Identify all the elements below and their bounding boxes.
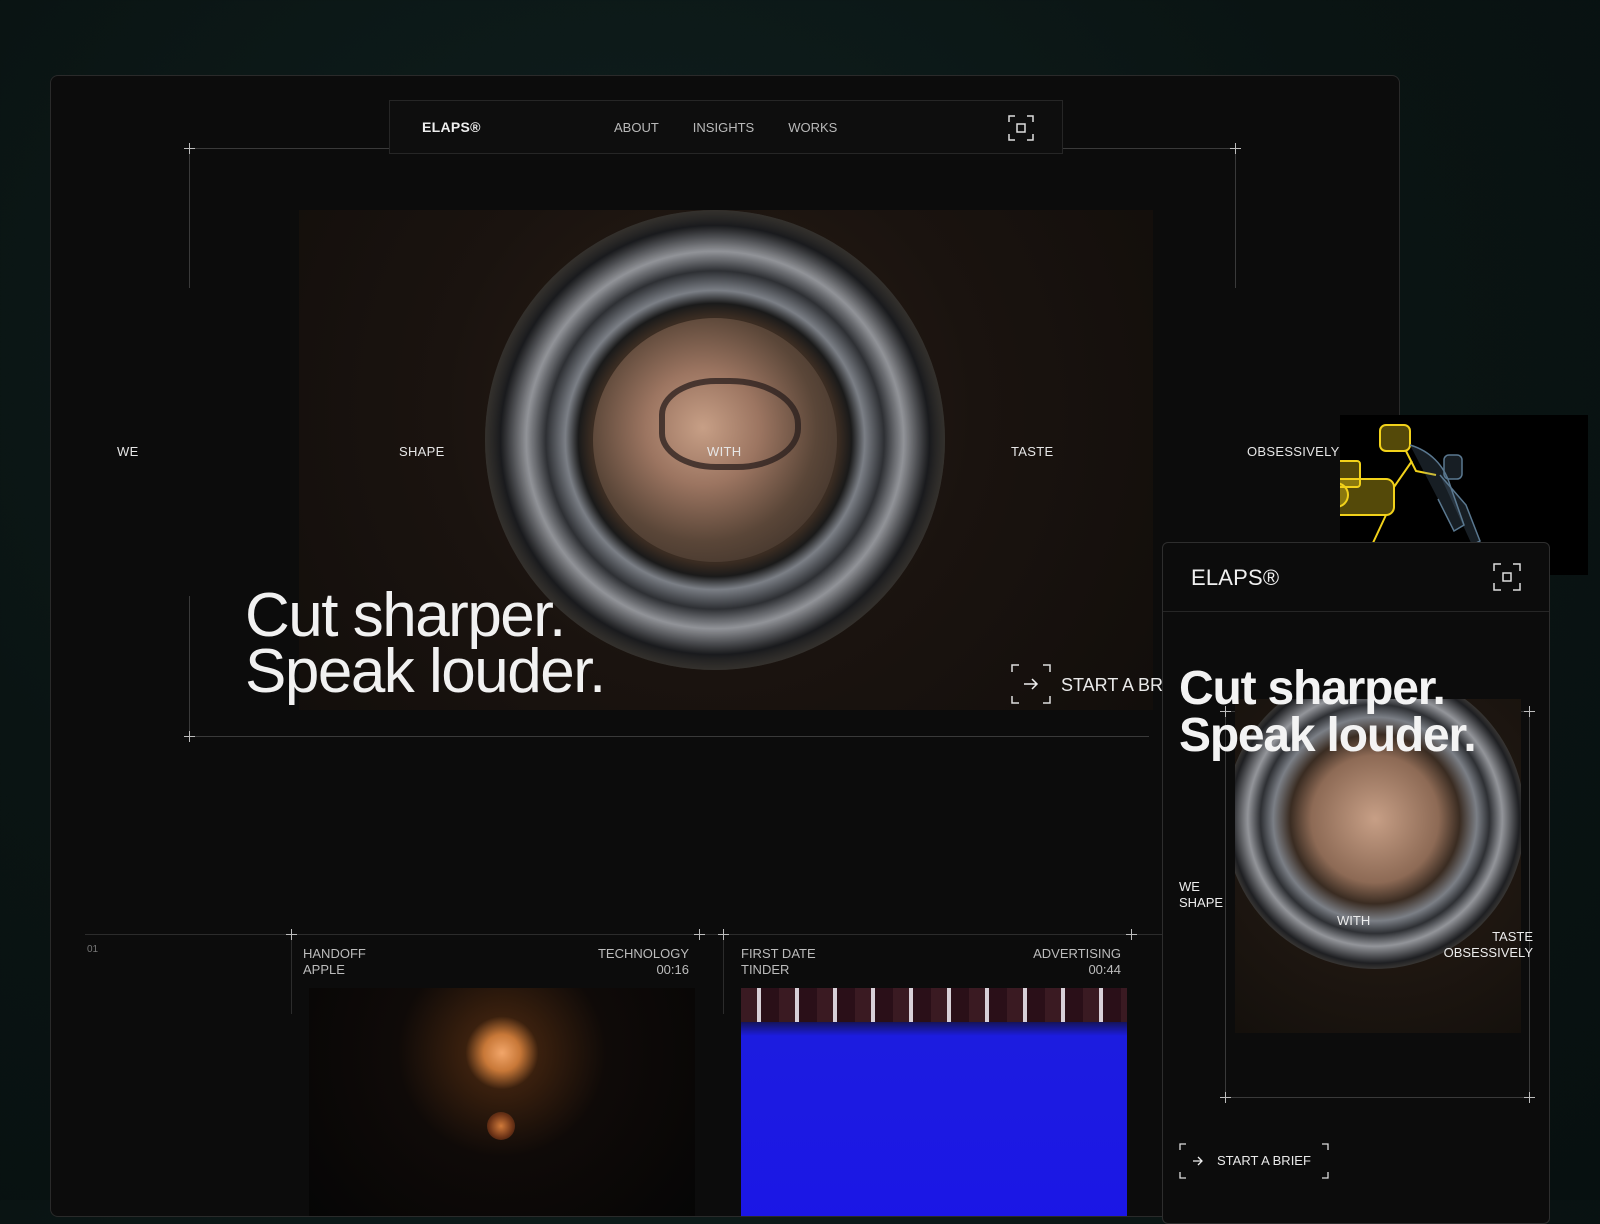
start-brief-button[interactable]: START A BRIEF bbox=[1011, 664, 1171, 704]
mobile-title-line1: Cut sharper. bbox=[1179, 662, 1446, 715]
work-category: TECHNOLOGY bbox=[597, 946, 689, 961]
top-nav: ELAPS® ABOUT INSIGHTS WORKS bbox=[389, 100, 1063, 154]
hero-title-line1: Cut sharper. bbox=[245, 581, 566, 650]
work-title: HANDOFF bbox=[303, 946, 366, 961]
work-title: FIRST DATE bbox=[741, 946, 816, 961]
crosshair-mark bbox=[1220, 1092, 1231, 1103]
work-client: TINDER bbox=[741, 962, 790, 977]
mobile-word-obsessively: OBSESSIVELY bbox=[1443, 945, 1533, 960]
crosshair-mark bbox=[184, 731, 195, 742]
frame-line bbox=[1235, 148, 1236, 288]
work-item-1-meta[interactable]: HANDOFF APPLE bbox=[303, 946, 366, 978]
frame-line bbox=[1225, 711, 1226, 1097]
focus-frame-icon[interactable] bbox=[1493, 563, 1521, 591]
hero-word-obsessively: OBSESSIVELY bbox=[1247, 444, 1340, 459]
work-client: APPLE bbox=[303, 962, 345, 977]
crosshair-mark bbox=[184, 143, 195, 154]
crosshair-mark bbox=[694, 929, 705, 940]
mobile-hero-title: Cut sharper. Speak louder. bbox=[1179, 662, 1477, 762]
work-duration: 00:44 bbox=[1088, 962, 1121, 977]
section-divider bbox=[85, 934, 1185, 935]
crosshair-mark bbox=[1524, 1092, 1535, 1103]
mobile-logo[interactable]: ELAPS® bbox=[1191, 565, 1279, 591]
works-index: 01 bbox=[87, 944, 99, 955]
mobile-word-shape: SHAPE bbox=[1179, 895, 1224, 910]
start-brief-label: START A BRIEF bbox=[1061, 675, 1171, 695]
nav-link-about[interactable]: ABOUT bbox=[614, 120, 659, 135]
logo[interactable]: ELAPS® bbox=[422, 119, 481, 135]
work-item-2-meta[interactable]: FIRST DATE TINDER bbox=[741, 946, 816, 978]
hero-title: Cut sharper. Speak louder. bbox=[245, 581, 606, 706]
work-duration: 00:16 bbox=[656, 962, 689, 977]
hero-title-line2: Speak louder. bbox=[245, 637, 606, 706]
mobile-start-brief-button[interactable]: START A BRIEF bbox=[1179, 1143, 1329, 1179]
crosshair-mark bbox=[1126, 929, 1137, 940]
frame-line bbox=[1225, 1097, 1529, 1098]
frame-line bbox=[1529, 711, 1530, 1097]
mobile-title-line2: Speak louder. bbox=[1179, 709, 1477, 762]
mobile-word-with: WITH bbox=[1337, 913, 1371, 928]
column-divider bbox=[291, 934, 292, 1014]
nav-links: ABOUT INSIGHTS WORKS bbox=[614, 120, 837, 135]
column-divider bbox=[723, 934, 724, 1014]
frame-line bbox=[189, 148, 190, 288]
crosshair-mark bbox=[1230, 143, 1241, 154]
work-item-2-thumbnail[interactable] bbox=[741, 988, 1127, 1216]
frame-line bbox=[189, 736, 1149, 737]
work-item-1-info: TECHNOLOGY 00:16 bbox=[551, 946, 689, 978]
nav-link-works[interactable]: WORKS bbox=[788, 120, 837, 135]
arrow-right-icon bbox=[1011, 664, 1051, 704]
focus-frame-icon[interactable] bbox=[1008, 115, 1034, 141]
mobile-word-taste: TASTE bbox=[1492, 929, 1533, 944]
nav-link-insights[interactable]: INSIGHTS bbox=[693, 120, 754, 135]
frame-line bbox=[189, 148, 389, 149]
crosshair-mark bbox=[1524, 706, 1535, 717]
hero-word-taste: TASTE bbox=[1011, 444, 1054, 459]
crosshair-mark bbox=[286, 929, 297, 940]
work-category: ADVERTISING bbox=[1033, 946, 1121, 961]
mobile-preview: ELAPS® Cut sharper. Speak louder. WE SHA… bbox=[1162, 542, 1550, 1224]
hero-word-we: WE bbox=[117, 444, 139, 459]
hero-word-with: WITH bbox=[707, 444, 742, 459]
work-item-2-info: ADVERTISING 00:44 bbox=[983, 946, 1121, 978]
frame-line bbox=[189, 596, 190, 736]
hero-word-shape: SHAPE bbox=[399, 444, 445, 459]
mobile-word-we-shape: WE SHAPE bbox=[1179, 879, 1223, 911]
mobile-header: ELAPS® bbox=[1163, 543, 1549, 612]
crosshair-mark bbox=[718, 929, 729, 940]
mobile-word-taste-obsessively: TASTE OBSESSIVELY bbox=[1444, 929, 1533, 961]
frame-line bbox=[1063, 148, 1235, 149]
work-item-1-thumbnail[interactable] bbox=[309, 988, 695, 1216]
mobile-start-brief-label: START A BRIEF bbox=[1217, 1153, 1311, 1168]
mobile-word-we: WE bbox=[1179, 879, 1200, 894]
